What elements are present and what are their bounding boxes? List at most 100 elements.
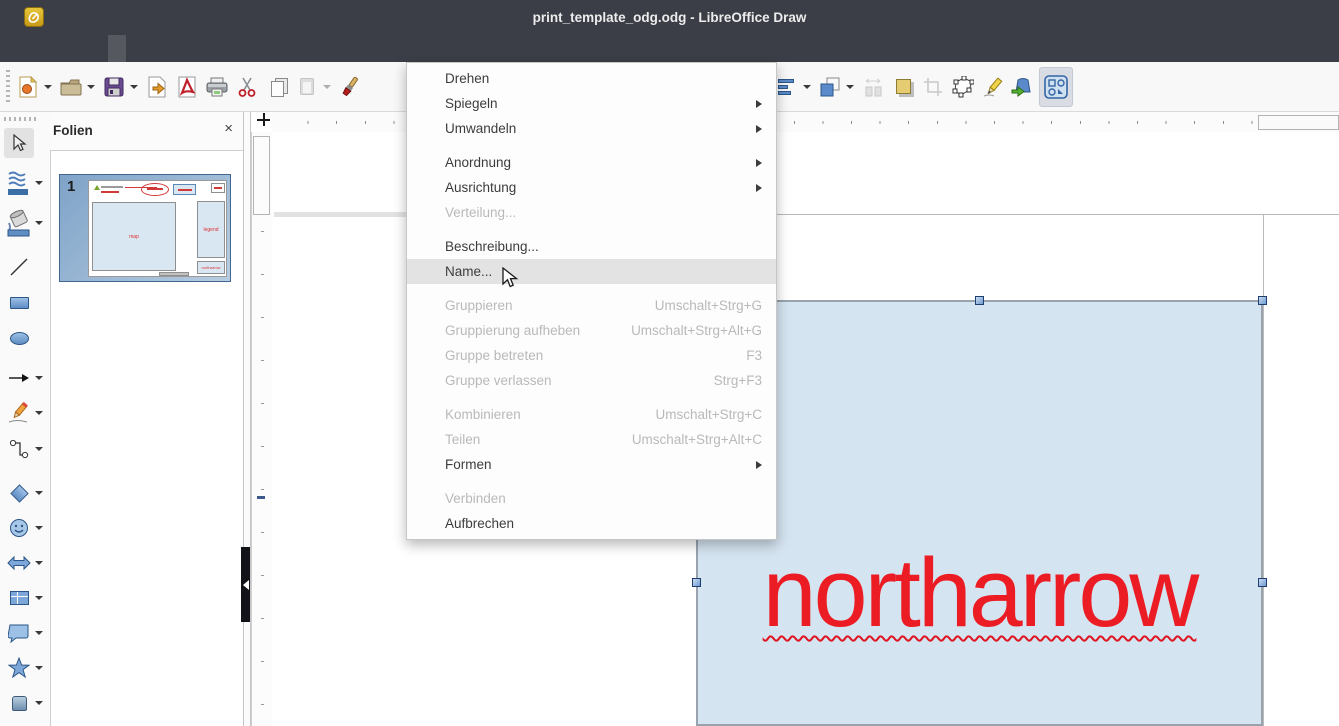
- paste-dropdown-arrow-icon[interactable]: [323, 85, 331, 89]
- menu-item[interactable]: Formen: [407, 452, 776, 477]
- lines-and-arrows-tool[interactable]: [4, 363, 48, 393]
- menu-item[interactable]: Aufbrechen: [407, 511, 776, 536]
- menu-item[interactable]: Name...: [407, 259, 776, 284]
- selection-handle-top-middle[interactable]: [975, 296, 984, 305]
- menubar-item[interactable]: [108, 35, 126, 62]
- window-title: print_template_odg.odg - LibreOffice Dra…: [0, 0, 1339, 35]
- align-objects-button[interactable]: [773, 69, 801, 105]
- cut-button[interactable]: [233, 69, 261, 105]
- connectors-dropdown-arrow-icon[interactable]: [35, 447, 43, 451]
- open-button[interactable]: [57, 69, 85, 105]
- menubar-item[interactable]: [36, 35, 54, 62]
- symbol-shapes-tool[interactable]: [4, 513, 48, 543]
- stars-dropdown-arrow-icon[interactable]: [35, 666, 43, 670]
- menu-item[interactable]: [407, 225, 776, 234]
- curves-dropdown-arrow-icon[interactable]: [35, 411, 43, 415]
- callouts-dropdown-arrow-icon[interactable]: [35, 631, 43, 635]
- menu-item[interactable]: Beschreibung...: [407, 234, 776, 259]
- menubar-item[interactable]: [0, 35, 18, 62]
- copy-button[interactable]: [263, 69, 291, 105]
- drawing-toolbar-grip[interactable]: [4, 117, 38, 121]
- slides-panel-close-icon[interactable]: ×: [224, 121, 233, 137]
- clone-formatting-button[interactable]: [336, 69, 364, 105]
- callout-shapes-tool[interactable]: [4, 618, 48, 648]
- menu-item[interactable]: [407, 284, 776, 293]
- distribution-button[interactable]: [859, 69, 887, 105]
- slide-thumbnail[interactable]: 1 map legend northarrow: [59, 174, 231, 282]
- printer-icon: [205, 77, 229, 97]
- print-button[interactable]: [203, 69, 231, 105]
- clone-formatting-brush-icon: [339, 76, 361, 98]
- menu-item[interactable]: Anordnung: [407, 150, 776, 175]
- menu-item[interactable]: Gruppe verlassen Strg+F3: [407, 368, 776, 393]
- rectangle-tool[interactable]: [4, 288, 48, 318]
- menu-item[interactable]: Teilen Umschalt+Strg+Alt+C: [407, 427, 776, 452]
- menu-item[interactable]: [407, 393, 776, 402]
- menu-item[interactable]: Verbinden: [407, 486, 776, 511]
- select-tool[interactable]: [4, 128, 48, 158]
- arrange-button[interactable]: [816, 69, 844, 105]
- menu-item-shortcut: Umschalt+Strg+Alt+G: [631, 323, 762, 338]
- northarrow-shape[interactable]: northarrow: [696, 300, 1263, 726]
- save-dropdown-arrow-icon[interactable]: [130, 85, 138, 89]
- menu-item[interactable]: Gruppieren Umschalt+Strg+G: [407, 293, 776, 318]
- edit-points-button[interactable]: [949, 69, 977, 105]
- selection-handle-right-middle[interactable]: [1258, 578, 1267, 587]
- export-button[interactable]: [143, 69, 171, 105]
- ellipse-tool[interactable]: [4, 323, 48, 353]
- menu-item[interactable]: Gruppierung aufheben Umschalt+Strg+Alt+G: [407, 318, 776, 343]
- menubar-item[interactable]: [144, 35, 162, 62]
- menubar-item[interactable]: [90, 35, 108, 62]
- block-arrows-tool[interactable]: [4, 548, 48, 578]
- distribution-icon: [862, 76, 884, 98]
- paste-button[interactable]: [293, 69, 321, 105]
- selection-handle-left-middle[interactable]: [692, 578, 701, 587]
- toolbar-grip[interactable]: [6, 70, 10, 104]
- menubar-item[interactable]: [126, 35, 144, 62]
- menubar-item[interactable]: [18, 35, 36, 62]
- interaction-button[interactable]: [1009, 69, 1037, 105]
- line-style-tool[interactable]: [4, 168, 48, 198]
- arrows-dropdown-arrow-icon[interactable]: [35, 376, 43, 380]
- insert-line-tool[interactable]: [4, 252, 48, 282]
- menu-item[interactable]: Kombinieren Umschalt+Strg+C: [407, 402, 776, 427]
- new-dropdown-arrow-icon[interactable]: [44, 85, 52, 89]
- align-dropdown-arrow-icon[interactable]: [803, 85, 811, 89]
- glue-points-button[interactable]: [979, 69, 1007, 105]
- shadow-button[interactable]: [889, 69, 917, 105]
- open-dropdown-arrow-icon[interactable]: [87, 85, 95, 89]
- fill-color-tool[interactable]: [4, 208, 48, 238]
- curves-and-polygons-tool[interactable]: [4, 398, 48, 428]
- export-pdf-button[interactable]: [173, 69, 201, 105]
- stars-and-banners-tool[interactable]: [4, 653, 48, 683]
- menu-item[interactable]: [407, 477, 776, 486]
- panel-splitter[interactable]: [243, 112, 251, 726]
- new-document-button[interactable]: [14, 69, 42, 105]
- crop-button[interactable]: [919, 69, 947, 105]
- symbol-shapes-dropdown-arrow-icon[interactable]: [35, 526, 43, 530]
- block-arrows-dropdown-arrow-icon[interactable]: [35, 561, 43, 565]
- menu-item[interactable]: Gruppe betreten F3: [407, 343, 776, 368]
- show-draw-functions-button[interactable]: [1039, 67, 1073, 107]
- fill-color-dropdown-arrow-icon[interactable]: [35, 221, 43, 225]
- 3d-objects-dropdown-arrow-icon[interactable]: [35, 701, 43, 705]
- line-style-dropdown-arrow-icon[interactable]: [35, 181, 43, 185]
- menu-item[interactable]: Verteilung...: [407, 200, 776, 225]
- flowchart-dropdown-arrow-icon[interactable]: [35, 596, 43, 600]
- menubar-item[interactable]: [72, 35, 90, 62]
- arrange-dropdown-arrow-icon[interactable]: [846, 85, 854, 89]
- connectors-tool[interactable]: [4, 434, 48, 464]
- menu-item[interactable]: Umwandeln: [407, 116, 776, 141]
- menu-item[interactable]: Ausrichtung: [407, 175, 776, 200]
- selection-handle-top-right[interactable]: [1258, 296, 1267, 305]
- panel-collapse-handle[interactable]: [241, 547, 250, 622]
- basic-shapes-tool[interactable]: [4, 478, 48, 508]
- flowchart-tool[interactable]: [4, 583, 48, 613]
- menubar-item[interactable]: [54, 35, 72, 62]
- menu-item[interactable]: Drehen: [407, 66, 776, 91]
- menu-item[interactable]: Spiegeln: [407, 91, 776, 116]
- 3d-objects-tool[interactable]: [4, 688, 48, 718]
- save-button[interactable]: [100, 69, 128, 105]
- menu-item[interactable]: [407, 141, 776, 150]
- basic-shapes-dropdown-arrow-icon[interactable]: [35, 491, 43, 495]
